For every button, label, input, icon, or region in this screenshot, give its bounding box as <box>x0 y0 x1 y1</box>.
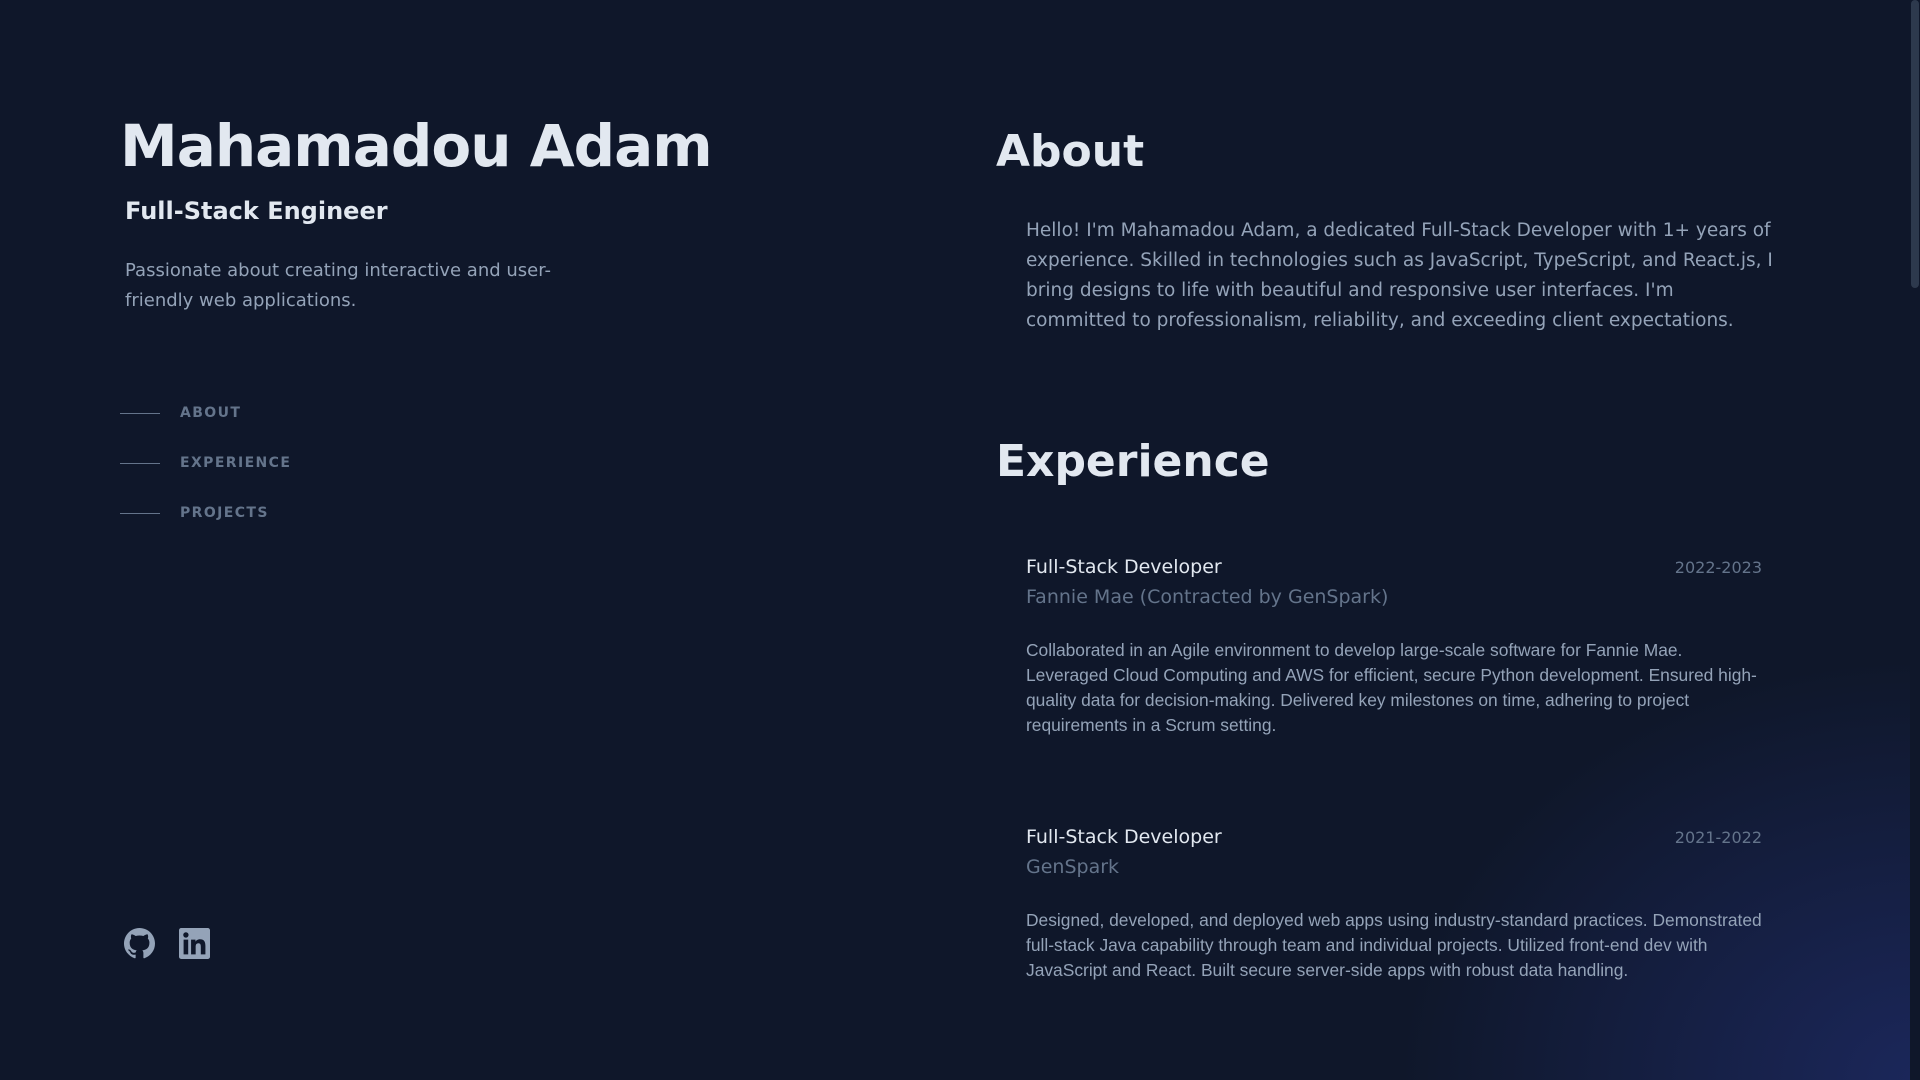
nav-item-label: EXPERIENCE <box>180 455 292 471</box>
role-subtitle: Full-Stack Engineer <box>125 197 388 225</box>
github-icon-graphic <box>124 928 155 959</box>
linkedin-icon[interactable] <box>179 928 210 959</box>
scrollbar[interactable] <box>1910 0 1920 1080</box>
social-links <box>124 928 210 959</box>
tagline: Passionate about creating interactive an… <box>125 260 551 311</box>
portfolio-page: Mahamadou Adam Full-Stack Engineer Passi… <box>0 0 1920 1080</box>
section-nav: ABOUT EXPERIENCE PROJECTS <box>120 388 291 538</box>
github-icon[interactable] <box>124 928 155 959</box>
job-title: Full-Stack Developer <box>1026 556 1222 578</box>
nav-item-projects[interactable]: PROJECTS <box>120 488 291 538</box>
experience-heading: Experience <box>996 436 1270 487</box>
job-company: Fannie Mae (Contracted by GenSpark) <box>1026 586 1389 608</box>
left-panel: Mahamadou Adam Full-Stack Engineer Passi… <box>120 0 820 1080</box>
about-text: Hello! I'm Mahamadou Adam, a dedicated F… <box>1026 220 1773 331</box>
job-company: GenSpark <box>1026 856 1120 878</box>
linkedin-icon-graphic <box>179 928 210 959</box>
about-heading: About <box>996 126 1145 177</box>
job-title: Full-Stack Developer <box>1026 826 1222 848</box>
nav-item-experience[interactable]: EXPERIENCE <box>120 438 291 488</box>
nav-indicator-line <box>120 462 160 464</box>
page-title: Mahamadou Adam <box>120 112 713 180</box>
nav-item-about[interactable]: ABOUT <box>120 388 291 438</box>
scrollbar-thumb[interactable] <box>1911 0 1919 288</box>
job-dates: 2022-2023 <box>1674 558 1762 577</box>
nav-item-label: ABOUT <box>180 405 242 421</box>
job-dates: 2021-2022 <box>1674 828 1762 847</box>
nav-indicator-line <box>120 512 160 514</box>
job-description: Designed, developed, and deployed web ap… <box>1026 910 1762 980</box>
job-description: Collaborated in an Agile environment to … <box>1026 640 1757 735</box>
nav-indicator-line <box>120 412 160 414</box>
nav-item-label: PROJECTS <box>180 505 269 521</box>
